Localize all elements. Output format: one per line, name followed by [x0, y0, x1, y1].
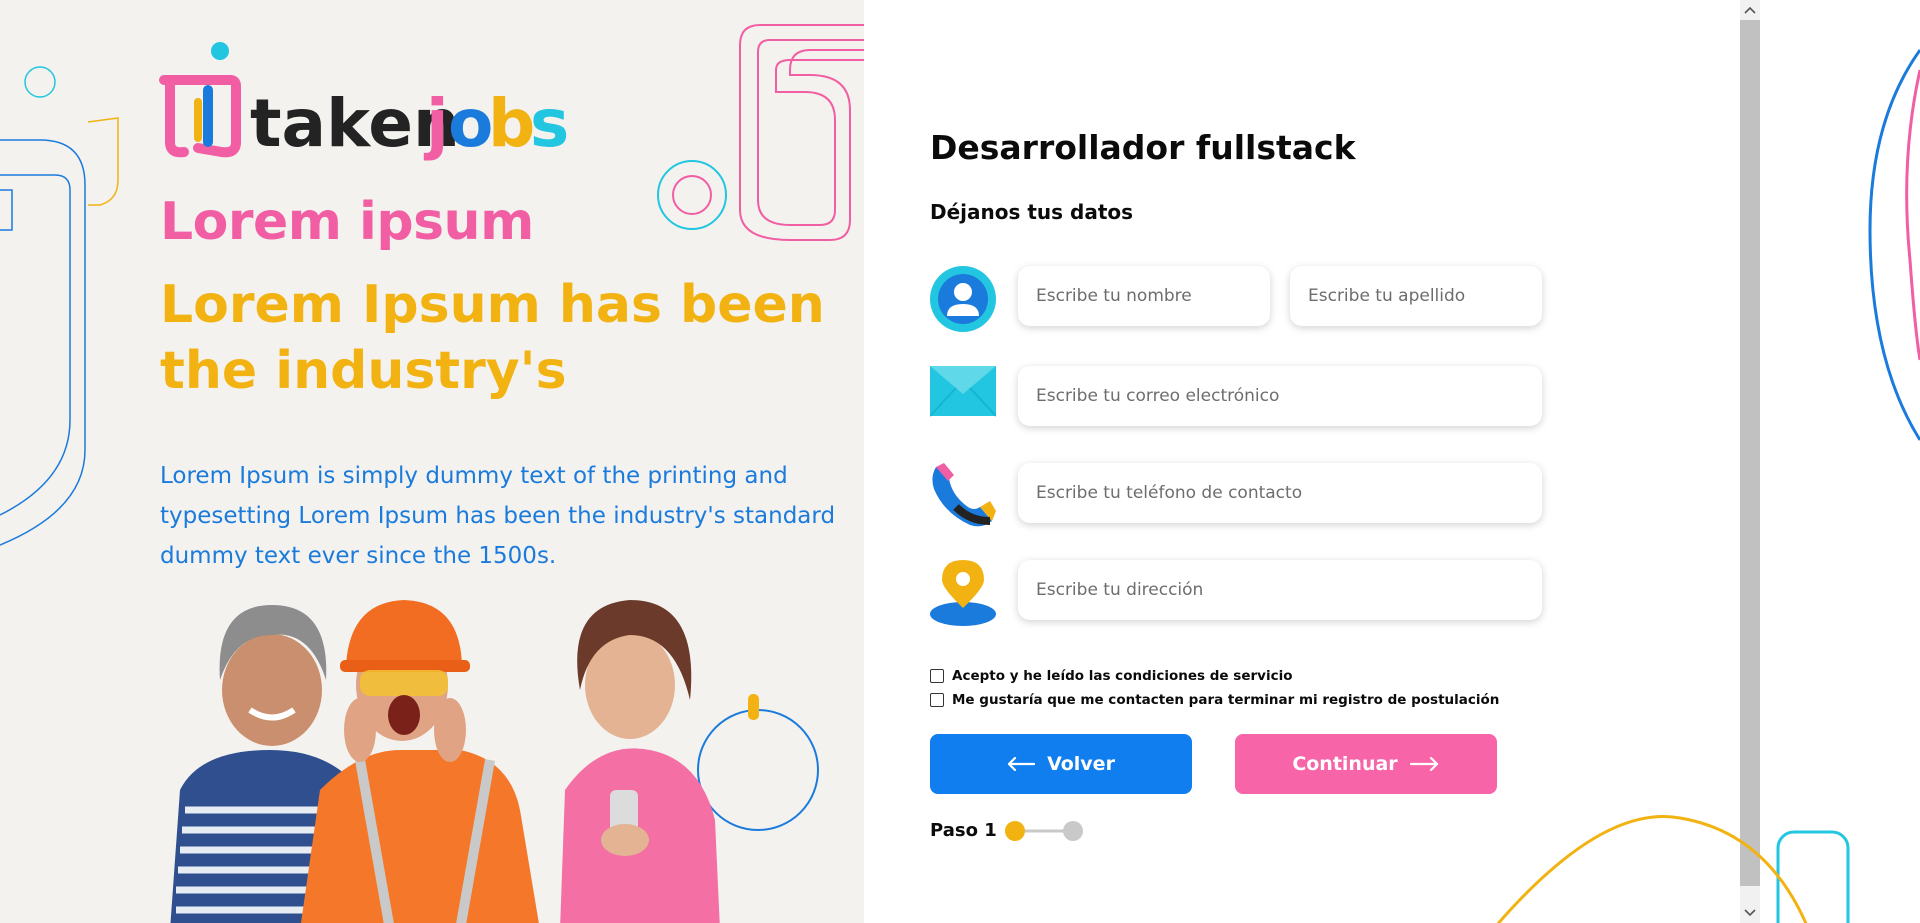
hero-subheading: Lorem Ipsum has been the industry's	[160, 275, 825, 401]
step-progress-indicator	[1005, 821, 1083, 841]
scrollbar-thumb[interactable]	[1740, 20, 1760, 886]
map-pin-icon	[930, 560, 996, 626]
phone-row	[930, 463, 1550, 527]
hero-body-text: Lorem Ipsum is simply dummy text of the …	[160, 463, 836, 569]
phone-input[interactable]	[1018, 463, 1542, 523]
terms-checkbox[interactable]	[930, 669, 944, 683]
svg-text:j: j	[423, 85, 449, 162]
email-row	[930, 366, 1550, 428]
people-illustration	[170, 600, 720, 923]
phone-icon	[932, 463, 996, 527]
terms-checkbox-row[interactable]: Acepto y he leído las condiciones de ser…	[930, 668, 1292, 684]
person-worker	[301, 600, 539, 923]
form-subtitle: Déjanos tus datos	[930, 200, 1134, 224]
name-row	[930, 266, 1550, 332]
application-form-panel: Desarrollador fullstack Déjanos tus dato…	[864, 0, 1740, 923]
address-input[interactable]	[1018, 560, 1542, 620]
person-young-woman	[560, 600, 720, 923]
user-avatar-icon	[930, 266, 996, 332]
decorative-arc	[1496, 815, 1808, 923]
scrollbar[interactable]	[1740, 0, 1760, 923]
chevron-up-icon	[1744, 6, 1756, 14]
address-row	[930, 560, 1550, 626]
right-decorative-strip	[1760, 0, 1920, 923]
svg-text:s: s	[530, 85, 569, 162]
hero-heading: Lorem ipsum	[160, 192, 534, 252]
step-label: Paso 1	[930, 820, 997, 841]
arrow-right-icon	[1409, 757, 1438, 771]
first-name-input[interactable]	[1018, 266, 1270, 326]
takenjobs-logo: taken j o b s	[159, 42, 569, 162]
continue-button[interactable]: Continuar	[1235, 734, 1497, 794]
back-button[interactable]: Volver	[930, 734, 1192, 794]
contact-checkbox-label: Me gustaría que me contacten para termin…	[952, 692, 1500, 708]
contact-checkbox-row[interactable]: Me gustaría que me contacten para termin…	[930, 692, 1499, 708]
step-dot-2	[1063, 821, 1083, 841]
scroll-up-button[interactable]	[1740, 0, 1760, 20]
email-input[interactable]	[1018, 366, 1542, 426]
step-dot-1	[1005, 821, 1025, 841]
continue-button-label: Continuar	[1292, 753, 1398, 775]
contact-checkbox[interactable]	[930, 693, 944, 707]
envelope-icon	[930, 366, 996, 417]
arrow-left-icon	[1007, 757, 1036, 771]
last-name-input[interactable]	[1290, 266, 1542, 326]
svg-text:o: o	[448, 85, 493, 162]
terms-checkbox-label: Acepto y he leído las condiciones de ser…	[952, 668, 1293, 684]
svg-text:b: b	[488, 85, 535, 162]
decorative-curves	[1776, 49, 1920, 923]
job-title: Desarrollador fullstack	[930, 128, 1356, 167]
hero-section: taken j o b s Lorem ipsum Lorem Ipsum ha…	[0, 0, 864, 923]
back-button-label: Volver	[1047, 753, 1115, 775]
